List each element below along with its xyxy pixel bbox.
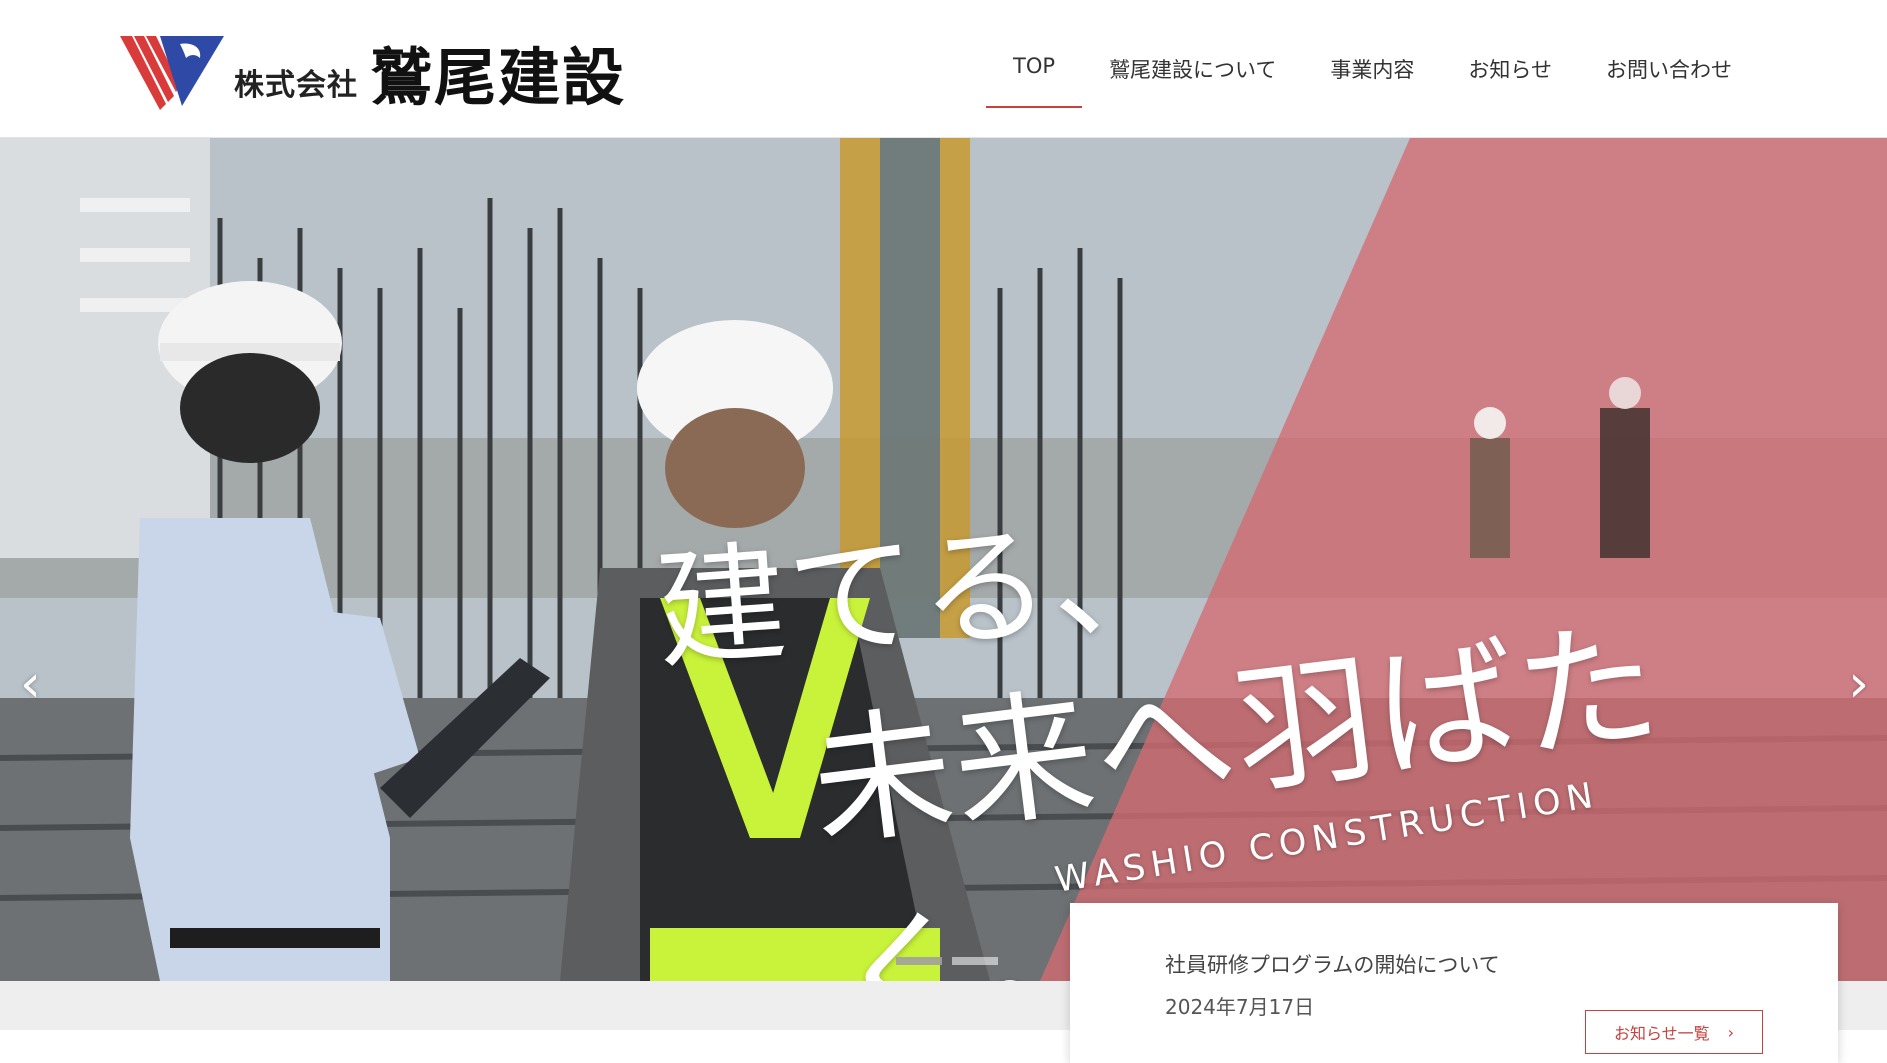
nav-news[interactable]: お知らせ bbox=[1441, 40, 1579, 108]
slider-dot-2[interactable] bbox=[952, 957, 998, 965]
nav-contact[interactable]: お問い合わせ bbox=[1579, 40, 1759, 108]
logo-prefix: 株式会社 bbox=[234, 68, 358, 103]
main-nav: TOP 鷲尾建設について 事業内容 お知らせ お問い合わせ bbox=[986, 40, 1759, 108]
news-card: 社員研修プログラムの開始について 2024年7月17日 お知らせ一覧 › bbox=[1070, 903, 1838, 1063]
logo-mark-icon bbox=[120, 36, 224, 110]
news-list-button[interactable]: お知らせ一覧 › bbox=[1585, 1010, 1763, 1054]
slider-prev-arrow-icon[interactable]: ‹ bbox=[20, 658, 41, 710]
site-header: 株式会社 鷲尾建設 TOP 鷲尾建設について 事業内容 お知らせ お問い合わせ bbox=[0, 0, 1887, 138]
chevron-right-icon: › bbox=[1727, 1022, 1735, 1042]
hero-slider: ‹ › 建てる、 未来へ羽ばたく。 WASHIO CONSTRUCTION bbox=[0, 138, 1887, 981]
slider-dot-1[interactable] bbox=[896, 957, 942, 965]
news-item-date: 2024年7月17日 bbox=[1165, 995, 1315, 1019]
slider-pagination bbox=[896, 957, 998, 965]
news-list-button-label: お知らせ一覧 bbox=[1613, 1024, 1710, 1043]
site-logo[interactable]: 株式会社 鷲尾建設 bbox=[120, 32, 626, 114]
news-item-title[interactable]: 社員研修プログラムの開始について bbox=[1165, 949, 1500, 979]
nav-about[interactable]: 鷲尾建設について bbox=[1082, 40, 1303, 108]
nav-services[interactable]: 事業内容 bbox=[1303, 40, 1441, 108]
logo-name: 鷲尾建設 bbox=[370, 41, 627, 114]
nav-top[interactable]: TOP bbox=[986, 40, 1083, 108]
